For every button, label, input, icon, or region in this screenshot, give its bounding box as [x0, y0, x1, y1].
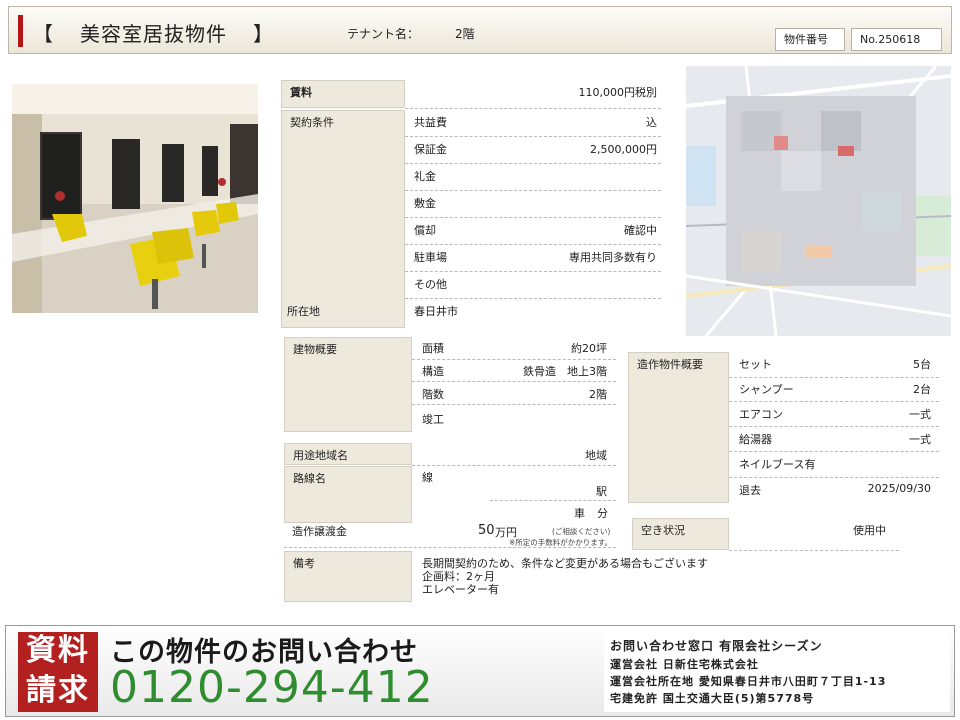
- divider: [729, 426, 939, 427]
- fixtures-key-set: セット: [739, 358, 772, 371]
- contract-label: 契約条件: [281, 110, 405, 328]
- footer-phone[interactable]: 0120-294-412: [110, 662, 434, 713]
- contract-value-parking: 専用共同多数有り: [569, 251, 657, 264]
- contract-key-security-deposit: 敷金: [414, 197, 436, 210]
- fixtures-value-aircon: 一式: [909, 408, 931, 421]
- divider: [412, 381, 616, 382]
- rent-value: 110,000円税別: [578, 86, 658, 99]
- company-operator: 運営会社 日新住宅株式会社: [610, 658, 759, 671]
- route-minutes: 分: [597, 507, 608, 520]
- divider: [412, 404, 616, 405]
- property-number-label: 物件番号: [775, 28, 845, 51]
- transfer-amount: 50: [478, 523, 495, 538]
- contract-key-parking: 駐車場: [414, 251, 447, 264]
- title-bracket-open: 【: [33, 22, 54, 46]
- building-value-floors: 2階: [589, 388, 607, 401]
- divider: [412, 359, 616, 360]
- contract-key-other: その他: [414, 278, 447, 291]
- contract-key-common-fee: 共益費: [414, 116, 447, 129]
- title-text: 美容室居抜物件: [80, 22, 227, 46]
- building-key-floors: 階数: [422, 388, 444, 401]
- building-key-completion: 竣工: [422, 413, 444, 426]
- location-value: 春日井市: [414, 305, 458, 318]
- divider: [405, 217, 661, 218]
- divider: [405, 190, 661, 191]
- title-bracket-close: 】: [253, 22, 274, 46]
- route-station: 駅: [596, 485, 607, 498]
- divider: [490, 500, 616, 501]
- contact-footer: 資料 請求 この物件のお問い合わせ 0120-294-412 お問い合わせ窓口 …: [5, 625, 955, 717]
- fixtures-key-move-out: 退去: [739, 484, 761, 497]
- vacancy-label: 空き状況: [632, 518, 729, 550]
- fixtures-key-aircon: エアコン: [739, 408, 783, 421]
- company-address: 運営会社所在地 愛知県春日井市八田町７丁目1-13: [610, 675, 887, 688]
- building-value-area: 約20坪: [571, 342, 607, 355]
- contract-value-deposit: 2,500,000円: [590, 143, 657, 156]
- zoning-label: 用途地域名: [284, 443, 412, 465]
- salon-photo: [12, 84, 258, 313]
- header-accent-bar: [18, 15, 23, 47]
- request-materials-seal: 資料 請求: [18, 632, 98, 712]
- location-label: 所在地: [287, 305, 320, 318]
- fixtures-value-shampoo: 2台: [913, 383, 931, 396]
- location-map: [686, 66, 951, 336]
- company-info: お問い合わせ窓口 有限会社シーズン 運営会社 日新住宅株式会社 運営会社所在地 …: [604, 632, 950, 712]
- page-header: 【 美容室居抜物件 】 テナント名： 2階 物件番号 No.250618: [8, 6, 952, 54]
- divider: [405, 108, 661, 109]
- tenant-label: テナント名：: [347, 27, 420, 41]
- transfer-note-consult: (ご相談ください): [552, 527, 611, 536]
- fixtures-label: 造作物件概要: [628, 352, 729, 503]
- tenant-value: 2階: [455, 27, 475, 41]
- building-label: 建物概要: [284, 337, 412, 432]
- fixtures-key-nail-booth: ネイルブース有: [739, 458, 816, 471]
- page-title: 【 美容室居抜物件 】: [33, 18, 274, 47]
- building-key-area: 面積: [422, 342, 444, 355]
- divider: [412, 465, 616, 466]
- notes-label: 備考: [284, 551, 412, 602]
- divider: [405, 163, 661, 164]
- rent-label: 賃料: [281, 80, 405, 108]
- divider: [405, 298, 661, 299]
- fixtures-value-move-out: 2025/09/30: [867, 482, 931, 495]
- building-value-structure: 鉄骨造 地上3階: [523, 365, 607, 378]
- route-car: 車: [574, 507, 585, 520]
- route-label: 路線名: [284, 466, 412, 523]
- divider: [729, 451, 939, 452]
- divider: [405, 244, 661, 245]
- divider: [405, 271, 661, 272]
- contract-value-amortization: 確認中: [624, 224, 657, 237]
- fixtures-key-shampoo: シャンプー: [739, 383, 794, 396]
- contract-key-amortization: 償却: [414, 224, 436, 237]
- divider: [405, 136, 661, 137]
- divider: [729, 377, 939, 378]
- contract-key-key-money: 礼金: [414, 170, 436, 183]
- divider: [729, 401, 939, 402]
- company-license: 宅建免許 国土交通大臣(5)第5778号: [610, 692, 815, 705]
- transfer-label: 造作譲渡金: [292, 525, 347, 538]
- seal-top: 資料: [26, 633, 90, 668]
- divider: [284, 547, 616, 548]
- route-line: 線: [422, 471, 433, 484]
- seal-bottom: 請求: [26, 673, 90, 708]
- fixtures-key-water-heater: 給湯器: [739, 433, 772, 446]
- contract-value-common-fee: 込: [646, 116, 657, 129]
- building-key-structure: 構造: [422, 365, 444, 378]
- contract-key-deposit: 保証金: [414, 143, 447, 156]
- fixtures-value-set: 5台: [913, 358, 931, 371]
- company-contact-window: お問い合わせ窓口 有限会社シーズン: [610, 639, 823, 653]
- zoning-value: 地域: [585, 449, 607, 462]
- divider: [729, 550, 899, 551]
- notes-line-3: エレベーター有: [422, 583, 499, 596]
- divider: [729, 477, 939, 478]
- fixtures-value-water-heater: 一式: [909, 433, 931, 446]
- vacancy-value: 使用中: [853, 524, 886, 537]
- property-number-value: No.250618: [851, 28, 942, 51]
